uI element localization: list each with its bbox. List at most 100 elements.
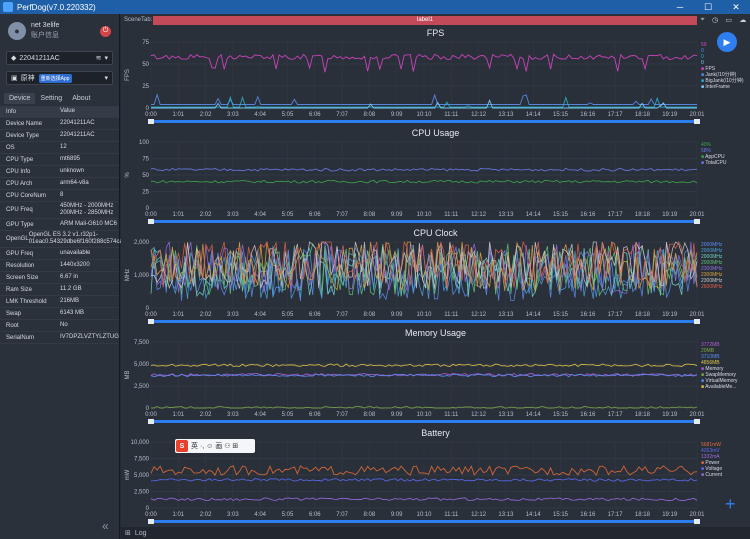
clock-icon[interactable]: ◷ bbox=[712, 16, 718, 24]
legend-item[interactable]: ■ InterFrame bbox=[701, 84, 744, 90]
table-row: GPU Type ARM Mali-G610 MC6 bbox=[0, 219, 119, 231]
info-value: ARM Mali-G610 MC6 bbox=[60, 221, 118, 227]
app-select[interactable]: ▣ 原神 重新选择App ▾ bbox=[6, 71, 113, 85]
legend-label: Current bbox=[705, 472, 723, 478]
device-select[interactable]: ◆ 22041211AC ≋ ▾ bbox=[6, 51, 113, 65]
y-tick-label: 1,000 bbox=[134, 273, 150, 279]
avatar[interactable]: ● bbox=[8, 22, 26, 40]
x-tick-label: 5:05 bbox=[282, 412, 294, 418]
chart-svg: FPS75502500:00 1:01 2:02 3:03 4:04 5:05 6:06 7:… bbox=[125, 40, 705, 124]
x-tick-label: 16:16 bbox=[580, 112, 596, 118]
x-tick-label: 19:19 bbox=[662, 212, 678, 218]
user-account-link[interactable]: 账户信息 bbox=[31, 31, 100, 41]
x-tick-label: 4:04 bbox=[254, 512, 266, 518]
tab-setting[interactable]: Setting bbox=[35, 93, 67, 104]
scroll-handle-right[interactable] bbox=[694, 119, 700, 124]
info-key: GPU Type bbox=[6, 221, 34, 228]
x-tick-label: 14:14 bbox=[526, 212, 542, 218]
chart-svg: %10075502500:00 1:01 2:02 3:03 4:04 5:05 6:06 7… bbox=[125, 140, 705, 224]
info-value: 12 bbox=[60, 144, 67, 150]
x-tick-label: 6:06 bbox=[309, 112, 321, 118]
logout-icon[interactable]: ⏻ bbox=[100, 25, 111, 37]
x-tick-label: 10:10 bbox=[416, 412, 432, 418]
table-row: CPU Info unknown bbox=[0, 166, 119, 178]
legend-item[interactable]: ■ TotalCPU bbox=[701, 160, 726, 166]
time-scrollbar[interactable] bbox=[148, 320, 700, 323]
info-value: 216MB bbox=[60, 298, 80, 304]
time-scrollbar[interactable] bbox=[148, 120, 700, 123]
info-value: 22041211AC bbox=[60, 120, 95, 126]
x-tick-label: 7:07 bbox=[336, 112, 348, 118]
tab-device[interactable]: Device bbox=[4, 93, 36, 104]
chart-legend: 2000MHz 2000MHz 2000MHz 2000MHz 2300MHz 2300M… bbox=[701, 242, 722, 290]
log-bar[interactable]: ⊞ Log bbox=[121, 527, 750, 539]
y-axis-label: MB bbox=[125, 371, 131, 380]
scroll-handle-right[interactable] bbox=[694, 519, 700, 524]
add-panel-button[interactable]: + bbox=[725, 494, 736, 515]
y-tick-label: 5,000 bbox=[134, 473, 150, 479]
time-scrollbar[interactable] bbox=[148, 420, 700, 423]
scroll-handle-left[interactable] bbox=[148, 419, 154, 424]
start-test-button[interactable]: ▶ bbox=[717, 32, 737, 52]
title-bar: PerfDog(v7.0.220332) ─ ☐ ✕ bbox=[0, 0, 750, 14]
info-value: No bbox=[60, 322, 68, 328]
info-value: 6.67 in bbox=[60, 274, 79, 280]
x-tick-label: 12:12 bbox=[471, 412, 487, 418]
table-row: GPU Freq unavailable bbox=[0, 248, 119, 260]
x-tick-label: 4:04 bbox=[254, 412, 266, 418]
info-key: CPU Arch bbox=[6, 180, 33, 187]
x-tick-label: 6:06 bbox=[309, 212, 321, 218]
app-name: 原神 bbox=[20, 75, 35, 82]
cloud-icon[interactable]: ☁ bbox=[739, 16, 746, 24]
table-header: Info Value bbox=[0, 106, 119, 118]
collapse-sidebar-icon[interactable]: « bbox=[102, 519, 109, 533]
x-tick-label: 6:06 bbox=[309, 412, 321, 418]
x-tick-label: 1:01 bbox=[172, 212, 184, 218]
tab-about[interactable]: About bbox=[67, 93, 95, 104]
ime-toolbar-text: 英 ·, ☺ 画 ⚇ ⊞ bbox=[191, 443, 239, 450]
x-tick-label: 13:13 bbox=[498, 412, 514, 418]
legend-item[interactable]: ■ Current bbox=[701, 472, 722, 478]
x-tick-label: 18:18 bbox=[635, 212, 651, 218]
device-icon: ◆ bbox=[11, 55, 17, 62]
x-tick-label: 9:09 bbox=[391, 212, 403, 218]
table-row: CPU Freq 450MHz - 2000MHz 200MHz - 2850MH… bbox=[0, 202, 119, 219]
info-value: mt6895 bbox=[60, 156, 81, 162]
info-value: arm64-v8a bbox=[60, 180, 89, 186]
legend-label: AvailableMe... bbox=[705, 384, 737, 390]
x-tick-label: 20:01 bbox=[689, 212, 705, 218]
scroll-handle-right[interactable] bbox=[694, 219, 700, 224]
legend-label: InterFrame bbox=[705, 84, 730, 90]
scroll-handle-left[interactable] bbox=[148, 219, 154, 224]
table-row: Device Name 22041211AC bbox=[0, 118, 119, 130]
scroll-handle-left[interactable] bbox=[148, 319, 154, 324]
legend-item[interactable]: ■ AvailableMe... bbox=[701, 384, 738, 390]
scroll-handle-left[interactable] bbox=[148, 519, 154, 524]
time-scrollbar[interactable] bbox=[148, 520, 700, 523]
x-tick-label: 8:08 bbox=[364, 512, 376, 518]
scroll-handle-right[interactable] bbox=[694, 419, 700, 424]
chart-panel: CPU Usage% 100 75 50 25 0 0:00 1:01 2:02 3:03 4:04… bbox=[121, 128, 750, 226]
minimize-button[interactable]: ─ bbox=[666, 2, 694, 12]
log-label: Log bbox=[134, 529, 147, 537]
scroll-handle-left[interactable] bbox=[148, 119, 154, 124]
device-info-table: Info Value Device Name 22041211AC Device T… bbox=[0, 106, 149, 344]
x-tick-label: 14:14 bbox=[526, 312, 542, 318]
time-scrollbar[interactable] bbox=[148, 220, 700, 223]
expand-icon[interactable]: ⊞ bbox=[125, 529, 131, 537]
scroll-handle-right[interactable] bbox=[694, 319, 700, 324]
maximize-button[interactable]: ☐ bbox=[694, 2, 722, 13]
scene-strip[interactable]: label1 bbox=[153, 15, 697, 25]
header-value: Value bbox=[60, 108, 75, 114]
y-tick-label: 10,000 bbox=[131, 440, 150, 446]
x-tick-label: 15:15 bbox=[553, 212, 569, 218]
chart-svg: MHz2,0001,00000:00 1:01 2:02 3:03 4:04 5:05 6:… bbox=[125, 240, 705, 324]
close-button[interactable]: ✕ bbox=[722, 2, 750, 13]
location-icon[interactable]: ⌖ bbox=[701, 16, 705, 24]
x-tick-label: 11:11 bbox=[444, 312, 459, 318]
reselect-app-badge[interactable]: 重新选择App bbox=[38, 73, 72, 83]
x-tick-label: 17:17 bbox=[608, 312, 624, 318]
folder-icon[interactable]: ▭ bbox=[725, 16, 732, 24]
x-tick-label: 4:04 bbox=[254, 112, 266, 118]
x-tick-label: 15:15 bbox=[553, 412, 569, 418]
